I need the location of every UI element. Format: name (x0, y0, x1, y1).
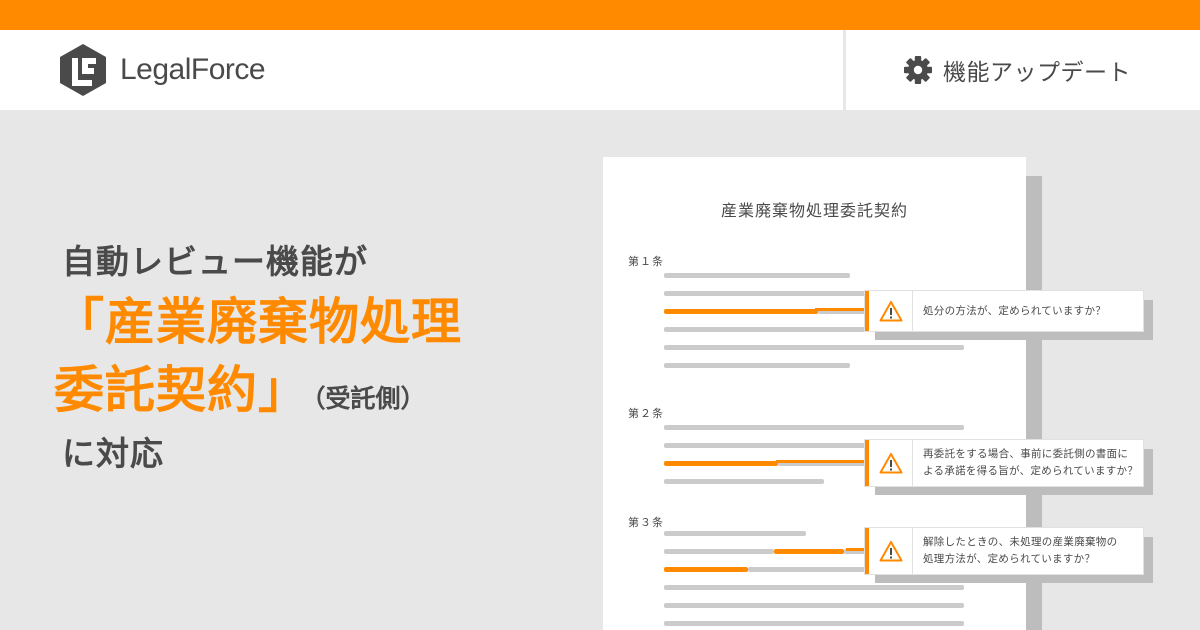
alert-text-line: 処分の方法が、定められていますか？ (923, 304, 1107, 317)
text-line (664, 549, 774, 554)
warning-icon-box (869, 291, 913, 331)
text-line (664, 479, 824, 484)
warning-icon-box (869, 440, 913, 486)
headline-line-3-main: 委託契約」 (54, 361, 309, 419)
clause-label-2: 第２条 (628, 407, 664, 420)
header-divider (843, 30, 846, 110)
feature-update-text: 機能アップデート (943, 60, 1131, 86)
warning-icon-box (869, 528, 913, 574)
highlighted-text-line (664, 309, 818, 314)
review-alert-3[interactable]: 解除したときの、未処理の産業廃棄物の 処理方法が、定められていますか？ (865, 528, 1143, 574)
header: LegalForce 機能アップデート (0, 30, 1200, 110)
clause-label-1: 第１条 (628, 255, 664, 268)
alert-text-line: 再委託をする場合、事前に委託側の書面に (923, 448, 1129, 460)
top-accent-bar (0, 0, 1200, 30)
alert-text: 解除したときの、未処理の産業廃棄物の 処理方法が、定められていますか？ (913, 534, 1117, 568)
text-line (664, 363, 850, 368)
text-line (664, 603, 964, 608)
alert-text-line: 解除したときの、未処理の産業廃棄物の (923, 536, 1118, 548)
logo-text: LegalForce (120, 53, 266, 86)
text-line (664, 621, 964, 626)
legalforce-logo-icon (60, 44, 106, 96)
gear-icon (904, 56, 932, 84)
alert-connector (846, 548, 867, 551)
warning-icon (879, 301, 902, 322)
text-line (664, 273, 850, 278)
text-line (664, 585, 964, 590)
warning-icon (879, 453, 902, 474)
headline-line-3: 委託契約」 （受託側） (54, 356, 582, 424)
highlighted-text-line (664, 567, 748, 572)
headline-line-4: に対応 (62, 434, 164, 473)
review-alert-2[interactable]: 再委託をする場合、事前に委託側の書面に よる承諾を得る旨が、定められていますか？ (865, 440, 1143, 486)
alert-text-line: 処理方法が、定められていますか？ (923, 553, 1096, 565)
document-title: 産業廃棄物処理委託契約 (720, 201, 908, 220)
clause-label-3: 第３条 (628, 516, 664, 529)
alert-text: 再委託をする場合、事前に委託側の書面に よる承諾を得る旨が、定められていますか？ (913, 446, 1138, 480)
text-line (664, 531, 806, 536)
logo[interactable]: LegalForce (58, 42, 266, 98)
alert-text: 処分の方法が、定められていますか？ (913, 303, 1106, 320)
headline-line-1: 自動レビュー機能が (62, 242, 368, 281)
text-line (664, 425, 964, 430)
headline: 自動レビュー機能が 「産業廃棄物処理 委託契約」 （受託側） に対応 (54, 236, 582, 480)
warning-icon (879, 541, 902, 562)
text-line (664, 345, 964, 350)
highlighted-text-line (664, 461, 778, 466)
feature-update-label: 機能アップデート (903, 52, 1131, 88)
review-alert-1[interactable]: 処分の方法が、定められていますか？ (865, 291, 1143, 331)
alert-text-line: よる承諾を得る旨が、定められていますか？ (923, 465, 1139, 477)
headline-line-2: 「産業廃棄物処理 (54, 293, 462, 351)
alert-connector (776, 460, 867, 463)
alert-connector (815, 308, 867, 311)
highlighted-text-line (774, 549, 844, 554)
headline-line-3-sub: （受託側） (313, 384, 426, 413)
